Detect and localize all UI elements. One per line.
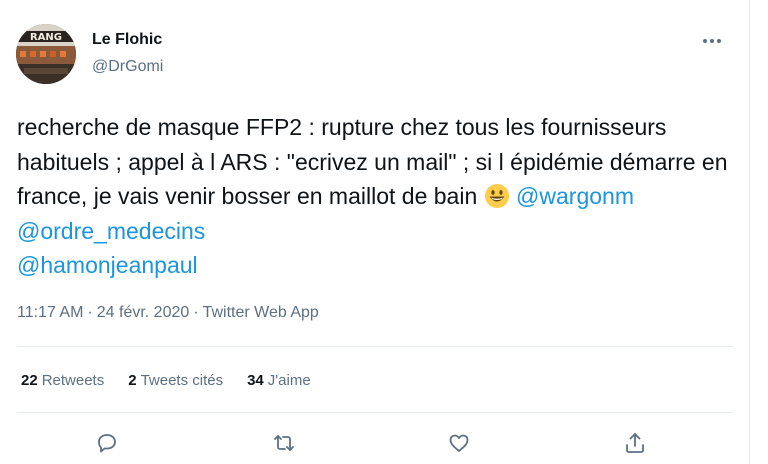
retweets-label: Retweets xyxy=(41,372,105,389)
tweet-meta: 11:17 AM · 24 févr. 2020 · Twitter Web App xyxy=(17,304,319,322)
retweet-icon[interactable] xyxy=(269,428,299,458)
author-name[interactable]: Le Flohic xyxy=(92,31,162,49)
quotes-count: 2 xyxy=(128,372,137,389)
mention-hamonjeanpaul[interactable]: @hamonjeanpaul xyxy=(17,252,198,278)
smiling-face-icon xyxy=(484,183,510,209)
author-handle[interactable]: @DrGomi xyxy=(92,58,163,76)
meta-separator: · xyxy=(193,304,199,321)
tweet-text: recherche de masque FFP2 : rupture chez … xyxy=(17,110,733,283)
divider xyxy=(17,412,733,413)
quotes-stat[interactable]: 2 Tweets cités xyxy=(128,372,223,389)
heart-icon[interactable] xyxy=(444,428,474,458)
retweets-count: 22 xyxy=(21,372,38,389)
avatar[interactable]: RANG xyxy=(16,24,76,84)
column-border xyxy=(749,0,750,464)
tweet-date[interactable]: 24 févr. 2020 xyxy=(97,304,190,321)
mention-wargonm[interactable]: @wargonm xyxy=(516,183,634,209)
tweet-detail: RANG Le Flohic @DrGomi recherche de masq… xyxy=(0,0,768,464)
likes-label: J'aime xyxy=(267,372,311,389)
reply-icon[interactable] xyxy=(92,428,122,458)
tweet-actions xyxy=(0,428,736,458)
likes-stat[interactable]: 34 J'aime xyxy=(247,372,311,389)
likes-count: 34 xyxy=(247,372,264,389)
more-icon[interactable] xyxy=(696,29,728,53)
tweet-time[interactable]: 11:17 AM xyxy=(17,304,83,321)
tweet-stats: 22 Retweets 2 Tweets cités 34 J'aime xyxy=(21,372,311,389)
mention-ordre-medecins[interactable]: @ordre_medecins xyxy=(17,218,205,244)
divider xyxy=(17,346,733,347)
share-icon[interactable] xyxy=(620,428,650,458)
svg-text:RANG: RANG xyxy=(30,32,62,43)
meta-separator: · xyxy=(87,304,93,321)
tweet-source[interactable]: Twitter Web App xyxy=(203,304,319,321)
retweets-stat[interactable]: 22 Retweets xyxy=(21,372,104,389)
quotes-label: Tweets cités xyxy=(140,372,224,389)
